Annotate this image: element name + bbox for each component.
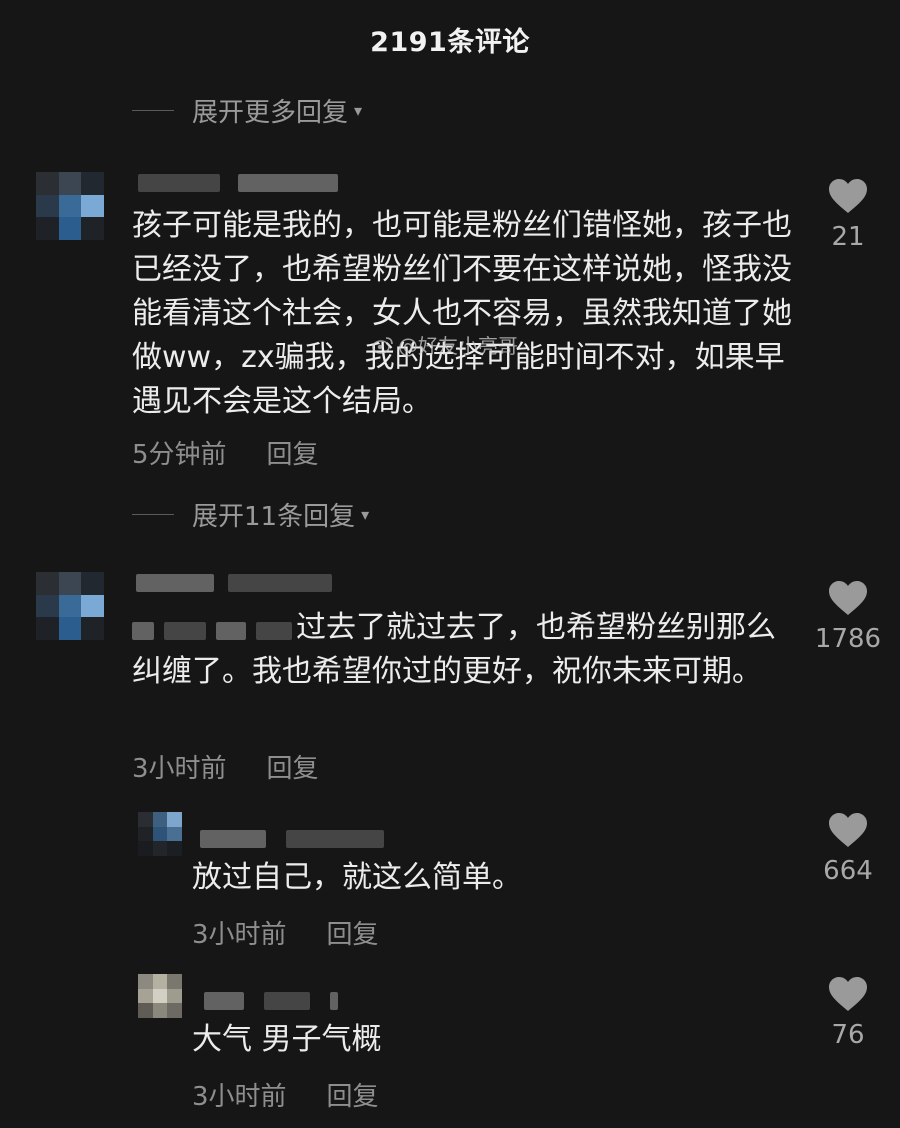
heart-icon	[828, 812, 868, 848]
reply-button[interactable]: 回复	[267, 434, 319, 471]
divider-line	[132, 110, 174, 111]
expand-replies-label: 展开11条回复	[192, 502, 356, 532]
comment-meta: 3小时前 回复	[132, 748, 319, 785]
avatar[interactable]	[138, 974, 182, 1018]
reply-text: 大气 男子气概	[192, 1022, 382, 1057]
reply-time: 3小时前	[192, 920, 287, 950]
reply-meta: 3小时前 回复	[192, 914, 379, 951]
watermark-text: @好友小亮哥	[398, 334, 518, 358]
reply-button[interactable]: 回复	[327, 1076, 379, 1113]
chevron-down-icon: ▾	[354, 101, 363, 120]
comment-count-title: 2191条评论	[370, 27, 530, 58]
expand-replies[interactable]: 展开11条回复 ▾	[132, 496, 369, 533]
weibo-icon	[372, 336, 393, 354]
comment-meta: 5分钟前 回复	[132, 434, 319, 471]
username-redacted[interactable]	[138, 174, 338, 192]
like-count: 664	[823, 856, 873, 886]
username-redacted[interactable]	[204, 992, 338, 1010]
comment-time: 5分钟前	[132, 440, 227, 470]
heart-icon	[828, 976, 868, 1012]
reply-button[interactable]: 回复	[327, 914, 379, 951]
heart-icon	[828, 580, 868, 616]
comment-time: 3小时前	[132, 754, 227, 784]
avatar[interactable]	[138, 812, 182, 856]
chevron-down-icon: ▾	[361, 505, 370, 524]
like-button[interactable]: 76	[808, 976, 888, 1050]
like-count: 76	[831, 1020, 865, 1050]
reply-meta: 3小时前 回复	[192, 1076, 379, 1113]
heart-icon	[828, 178, 868, 214]
reply-text: 放过自己，就这么简单。	[192, 860, 522, 895]
like-count: 21	[831, 222, 865, 252]
like-button[interactable]: 664	[808, 812, 888, 886]
reply-button[interactable]: 回复	[267, 748, 319, 785]
reply-time: 3小时前	[192, 1082, 287, 1112]
like-count: 1786	[814, 624, 882, 654]
watermark: @好友小亮哥	[372, 330, 518, 359]
comment-text: 过去了就过去了，也希望粉丝别那么纠缠了。我也希望你过的更好，祝你未来可期。	[132, 610, 776, 689]
divider-line	[132, 514, 174, 515]
expand-more-replies[interactable]: 展开更多回复 ▾	[132, 92, 362, 129]
expand-more-label: 展开更多回复	[192, 98, 349, 128]
comment-text: 孩子可能是我的，也可能是粉丝们错怪她，孩子也已经没了，也希望粉丝们不要在这样说她…	[132, 208, 792, 419]
username-redacted[interactable]	[136, 574, 332, 592]
avatar[interactable]	[36, 572, 104, 640]
like-button[interactable]: 1786	[808, 580, 888, 654]
avatar[interactable]	[36, 172, 104, 240]
username-redacted[interactable]	[200, 830, 384, 848]
like-button[interactable]: 21	[808, 178, 888, 252]
